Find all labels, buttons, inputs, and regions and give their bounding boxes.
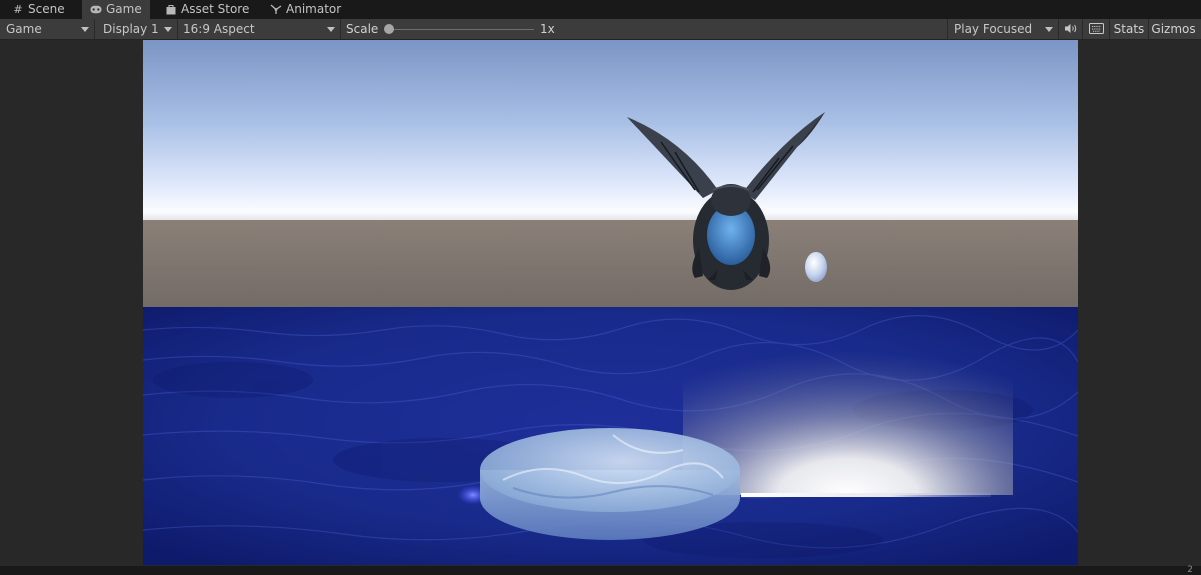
display-label: Display 1 xyxy=(103,22,159,36)
animator-icon xyxy=(270,4,282,16)
ground-plane xyxy=(143,220,1078,308)
chevron-down-icon xyxy=(1045,27,1053,32)
speaker-icon xyxy=(1064,23,1078,37)
mute-audio-button[interactable] xyxy=(1058,19,1082,39)
scale-slider-track[interactable] xyxy=(388,29,534,30)
aspect-label: 16:9 Aspect xyxy=(183,22,255,36)
chevron-down-icon xyxy=(164,27,172,32)
scale-label: Scale xyxy=(346,22,379,36)
game-viewport[interactable] xyxy=(143,40,1078,565)
dragon-egg xyxy=(805,252,827,282)
display-dropdown[interactable]: Display 1 xyxy=(97,19,178,39)
view-mode-label: Game xyxy=(6,22,42,36)
chevron-down-icon xyxy=(327,27,335,32)
keyboard-shortcuts-button[interactable] xyxy=(1082,19,1109,39)
game-view-toolbar: Game Display 1 16:9 Aspect Scale 1x Play… xyxy=(0,19,1201,40)
bag-icon xyxy=(165,4,177,16)
tab-game[interactable]: Game xyxy=(82,0,150,19)
play-mode-dropdown[interactable]: Play Focused xyxy=(947,19,1059,39)
status-count: 2 xyxy=(1187,565,1193,575)
tab-bar: # Scene Game Asset Store Animator xyxy=(0,0,1201,19)
view-mode-dropdown[interactable]: Game xyxy=(0,19,95,39)
gamepad-icon xyxy=(90,4,102,16)
stats-button[interactable]: Stats xyxy=(1109,19,1148,39)
scale-value: 1x xyxy=(540,22,555,36)
grid-icon: # xyxy=(13,3,23,16)
scale-slider-knob[interactable] xyxy=(384,24,394,34)
ice-disk xyxy=(480,428,740,540)
gizmos-button[interactable]: Gizmos xyxy=(1148,19,1198,39)
game-render xyxy=(143,40,1078,565)
play-mode-label: Play Focused xyxy=(954,22,1033,36)
tab-game-label: Game xyxy=(106,2,142,16)
tab-animator[interactable]: Animator xyxy=(262,0,349,19)
tab-animator-label: Animator xyxy=(286,2,342,16)
tab-asset-store-label: Asset Store xyxy=(181,2,250,16)
tab-scene-label: Scene xyxy=(28,2,65,16)
aspect-dropdown[interactable]: 16:9 Aspect xyxy=(177,19,341,39)
tab-scene[interactable]: # Scene xyxy=(4,0,73,19)
chevron-down-icon xyxy=(81,27,89,32)
sky xyxy=(143,40,1078,225)
tab-asset-store[interactable]: Asset Store xyxy=(157,0,257,19)
keyboard-icon xyxy=(1088,23,1104,37)
light-strip xyxy=(741,493,991,497)
status-bar: 2 xyxy=(0,566,1201,575)
